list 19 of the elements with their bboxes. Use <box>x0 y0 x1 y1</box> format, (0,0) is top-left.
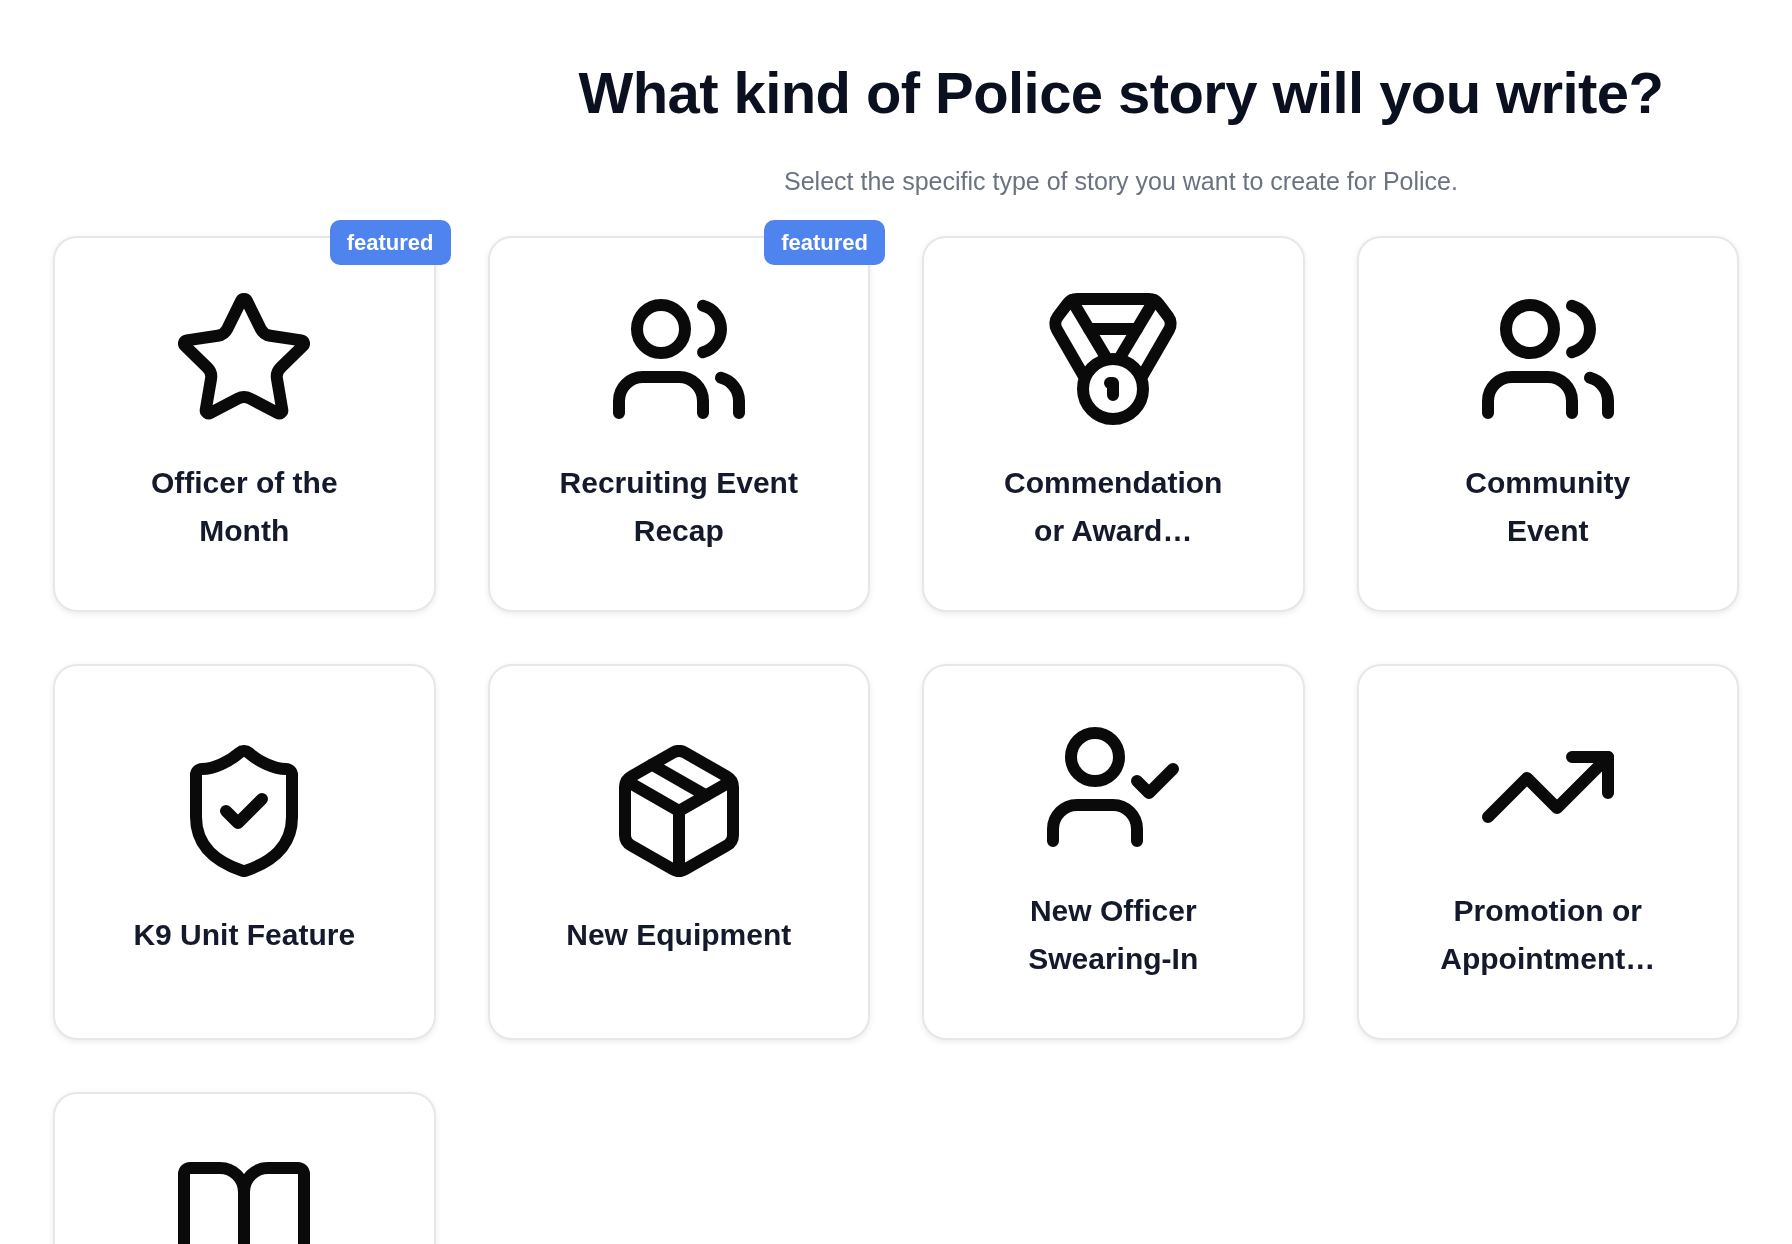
story-type-card[interactable]: New Equipment <box>487 664 870 1040</box>
story-type-card[interactable]: K9 Unit Feature <box>53 664 436 1040</box>
story-type-card[interactable]: New Officer Swearing-In <box>922 664 1305 1040</box>
featured-badge: featured <box>329 220 451 265</box>
page-title: What kind of Police story will you write? <box>578 59 1664 127</box>
card-title: New Equipment <box>566 917 792 953</box>
story-type-card[interactable]: Community Event <box>1356 236 1739 612</box>
story-type-card[interactable]: Promotion or Appointment… <box>1356 664 1739 1040</box>
medal-icon <box>1047 293 1180 425</box>
card-title: Promotion or Appointment… <box>1439 893 1657 977</box>
card-title: K9 Unit Feature <box>133 917 356 953</box>
card-title: Commendation or Award… <box>1003 465 1224 549</box>
page-subtitle: Select the specific type of story you want to create for Police. <box>784 166 1458 196</box>
card-title: Recruiting Event Recap <box>558 465 799 549</box>
story-type-card[interactable]: Commendation or Award… <box>922 236 1305 612</box>
card-title: New Officer Swearing-In <box>1027 893 1200 977</box>
card-title: Community Event <box>1464 465 1632 549</box>
featured-badge: featured <box>764 220 885 265</box>
card-title: Officer of the Month <box>149 465 339 549</box>
